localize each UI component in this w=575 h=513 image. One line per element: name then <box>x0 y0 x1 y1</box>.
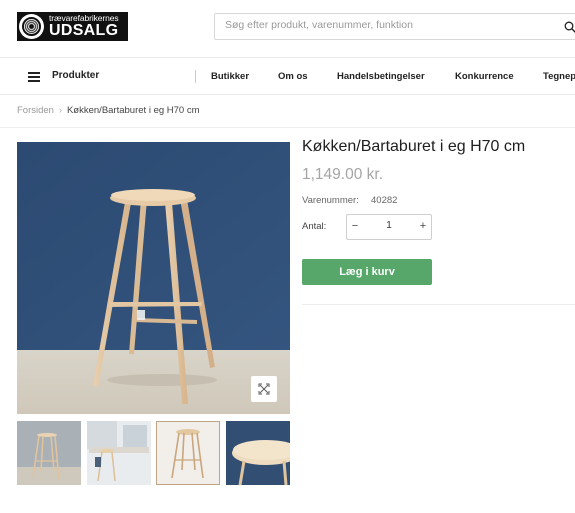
nav-link-about[interactable]: Om os <box>278 71 308 82</box>
sku-label: Varenummer: <box>302 195 359 206</box>
quantity-stepper: − 1 + <box>346 214 432 240</box>
nav-divider <box>195 70 196 83</box>
main-nav: Produkter Butikker Om os Handelsbetingel… <box>0 57 575 95</box>
add-to-cart-button[interactable]: Læg i kurv <box>302 259 432 285</box>
logo-tagline: trævarefabrikernes <box>49 12 119 23</box>
thumbnail-3[interactable] <box>156 421 220 485</box>
breadcrumb-current: Køkken/Bartaburet i eg H70 cm <box>66 105 200 116</box>
info-divider <box>302 304 575 305</box>
thumbnail-1[interactable] <box>17 421 81 485</box>
logo-wordmark: UDSALG <box>49 22 119 40</box>
search-input[interactable] <box>225 19 555 31</box>
breadcrumb-divider <box>0 127 575 128</box>
nav-link-drawing[interactable]: Tegnepl <box>543 71 575 82</box>
product-title: Køkken/Bartaburet i eg H70 cm <box>302 138 526 155</box>
nav-link-stores[interactable]: Butikker <box>211 71 249 82</box>
breadcrumb-home[interactable]: Forsiden <box>17 105 54 116</box>
quantity-label: Antal: <box>302 221 327 232</box>
menu-icon[interactable] <box>28 72 40 82</box>
nav-link-terms[interactable]: Handelsbetingelser <box>337 71 425 82</box>
breadcrumb-separator: › <box>58 105 62 115</box>
quantity-input[interactable]: 1 <box>371 220 407 231</box>
breadcrumb: Forsiden › Køkken/Bartaburet i eg H70 cm <box>17 105 200 116</box>
product-price: 1,149.00 kr. <box>302 166 384 183</box>
logo-seal-icon <box>19 14 44 39</box>
thumbnail-2[interactable] <box>87 421 151 485</box>
product-main-image[interactable] <box>17 142 290 414</box>
search-bar[interactable] <box>214 13 575 40</box>
quantity-decrease-button[interactable]: − <box>348 220 362 232</box>
expand-icon <box>258 383 270 395</box>
search-icon[interactable] <box>564 21 575 33</box>
thumbnail-4[interactable] <box>226 421 290 485</box>
nav-products[interactable]: Produkter <box>52 70 99 81</box>
sku-value: 40282 <box>371 195 398 206</box>
nav-link-competition[interactable]: Konkurrence <box>455 71 514 82</box>
site-logo[interactable]: trævarefabrikernes UDSALG <box>17 12 128 41</box>
zoom-button[interactable] <box>251 376 277 402</box>
quantity-increase-button[interactable]: + <box>416 220 430 232</box>
